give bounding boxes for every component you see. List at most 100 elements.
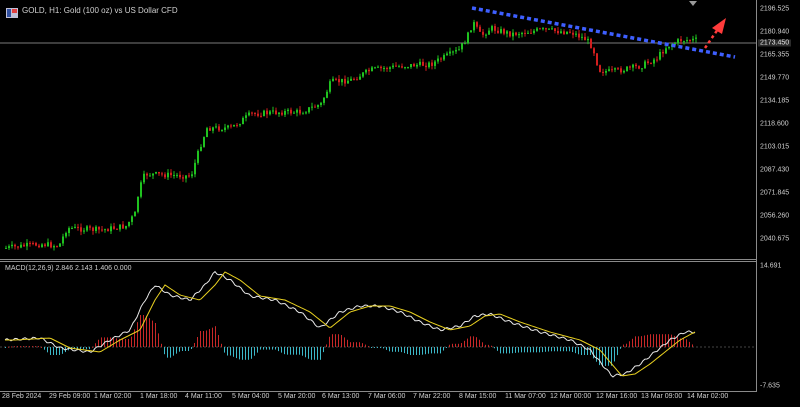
macd-histogram-bar bbox=[392, 347, 393, 352]
candle-body bbox=[395, 65, 397, 67]
macd-histogram-bar bbox=[539, 347, 540, 353]
candle-body bbox=[176, 174, 178, 176]
macd-histogram-bar bbox=[380, 347, 381, 348]
macd-histogram-bar bbox=[593, 347, 594, 359]
candle-body bbox=[440, 58, 442, 60]
macd-histogram-bar bbox=[404, 347, 405, 354]
candle-body bbox=[146, 173, 148, 176]
candle-body bbox=[182, 177, 184, 179]
candle-body bbox=[494, 26, 496, 31]
macd-histogram-bar bbox=[617, 347, 618, 356]
candle-body bbox=[407, 67, 409, 69]
candle-body bbox=[449, 51, 451, 54]
macd-histogram-bar bbox=[95, 343, 96, 347]
candle-body bbox=[5, 247, 7, 249]
candle-body bbox=[224, 127, 226, 130]
macd-histogram-bar bbox=[389, 347, 390, 352]
candle-body bbox=[242, 117, 244, 125]
candle-body bbox=[206, 128, 208, 138]
candle-body bbox=[632, 64, 634, 68]
candle-body bbox=[578, 33, 580, 38]
macd-histogram-bar bbox=[323, 347, 324, 353]
candle-body bbox=[356, 79, 358, 81]
candle-body bbox=[386, 68, 388, 70]
candle-body bbox=[413, 64, 415, 67]
macd-line bbox=[4, 270, 696, 378]
candle-body bbox=[158, 171, 160, 174]
macd-histogram-bar bbox=[365, 344, 366, 347]
chart-shift-marker[interactable] bbox=[689, 1, 697, 6]
candle-body bbox=[143, 173, 145, 183]
candle-body bbox=[68, 228, 70, 233]
candle-body bbox=[203, 137, 205, 147]
macd-histogram-bar bbox=[197, 337, 198, 347]
candle-body bbox=[398, 66, 400, 68]
candle-body bbox=[32, 242, 34, 244]
candle-body bbox=[140, 182, 142, 197]
macd-histogram-bar bbox=[236, 347, 237, 359]
candle-body bbox=[650, 62, 652, 64]
macd-histogram-bar bbox=[14, 346, 15, 348]
descending-trendline[interactable] bbox=[471, 6, 736, 59]
candle-body bbox=[383, 68, 385, 70]
candle-body bbox=[122, 224, 124, 229]
macd-histogram-bar bbox=[23, 346, 24, 348]
candle-body bbox=[485, 34, 487, 36]
candle-body bbox=[302, 113, 304, 115]
candle-body bbox=[533, 30, 535, 34]
candle-body bbox=[446, 53, 448, 56]
candle-body bbox=[44, 244, 46, 247]
candle-body bbox=[515, 32, 517, 35]
candle-body bbox=[473, 22, 475, 31]
candle-body bbox=[38, 245, 40, 248]
price-label: 2087.430 bbox=[760, 166, 790, 174]
macd-histogram-bar bbox=[206, 330, 207, 347]
macd-histogram-bar bbox=[17, 346, 18, 348]
chart-window[interactable]: GOLD, H1: Gold (100 oz) vs US Dollar CFD… bbox=[0, 0, 800, 407]
macd-histogram-bar bbox=[269, 347, 270, 350]
macd-histogram-bar bbox=[314, 347, 315, 360]
time-label: 8 Mar 15:00 bbox=[459, 393, 497, 400]
time-label: 13 Mar 09:00 bbox=[641, 393, 683, 400]
candle-body bbox=[23, 244, 25, 247]
macd-histogram-bar bbox=[98, 339, 99, 347]
candle-body bbox=[476, 22, 478, 27]
macd-histogram-bar bbox=[497, 347, 498, 351]
candle-body bbox=[50, 242, 52, 248]
macd-histogram-bar bbox=[542, 347, 543, 353]
macd-histogram-bar bbox=[512, 347, 513, 354]
macd-histogram-bar bbox=[239, 347, 240, 360]
macd-histogram-bar bbox=[278, 347, 279, 352]
macd-histogram-bar bbox=[569, 347, 570, 352]
candle-body bbox=[134, 211, 136, 217]
macd-histogram-bar bbox=[41, 346, 42, 348]
candle-body bbox=[74, 226, 76, 228]
candle-body bbox=[167, 172, 169, 178]
macd-histogram-bar bbox=[494, 347, 495, 349]
candle-body bbox=[641, 68, 643, 70]
time-label: 6 Mar 13:00 bbox=[322, 393, 360, 400]
macd-histogram-bar bbox=[185, 347, 186, 351]
macd-histogram-bar bbox=[446, 347, 447, 348]
candle-body bbox=[695, 37, 697, 39]
candle-body bbox=[248, 112, 250, 116]
signal-line bbox=[5, 271, 696, 377]
macd-histogram-bar bbox=[293, 347, 294, 355]
macd-histogram-bar bbox=[458, 343, 459, 347]
macd-histogram-bar bbox=[449, 344, 450, 347]
macd-histogram-bar bbox=[329, 336, 330, 347]
candle-body bbox=[251, 112, 253, 114]
macd-histogram-bar bbox=[53, 347, 54, 355]
macd-histogram-bar bbox=[602, 347, 603, 367]
candle-body bbox=[269, 111, 271, 115]
candle-body bbox=[539, 28, 541, 30]
macd-histogram-bar bbox=[317, 347, 318, 360]
price-chart[interactable] bbox=[0, 0, 800, 407]
macd-histogram-bar bbox=[131, 336, 132, 347]
macd-histogram-bar bbox=[656, 334, 657, 347]
macd-histogram-bar bbox=[608, 347, 609, 366]
macd-histogram-bar bbox=[659, 334, 660, 347]
candle-body bbox=[548, 28, 550, 30]
candle-body bbox=[593, 48, 595, 54]
candle-body bbox=[521, 32, 523, 35]
